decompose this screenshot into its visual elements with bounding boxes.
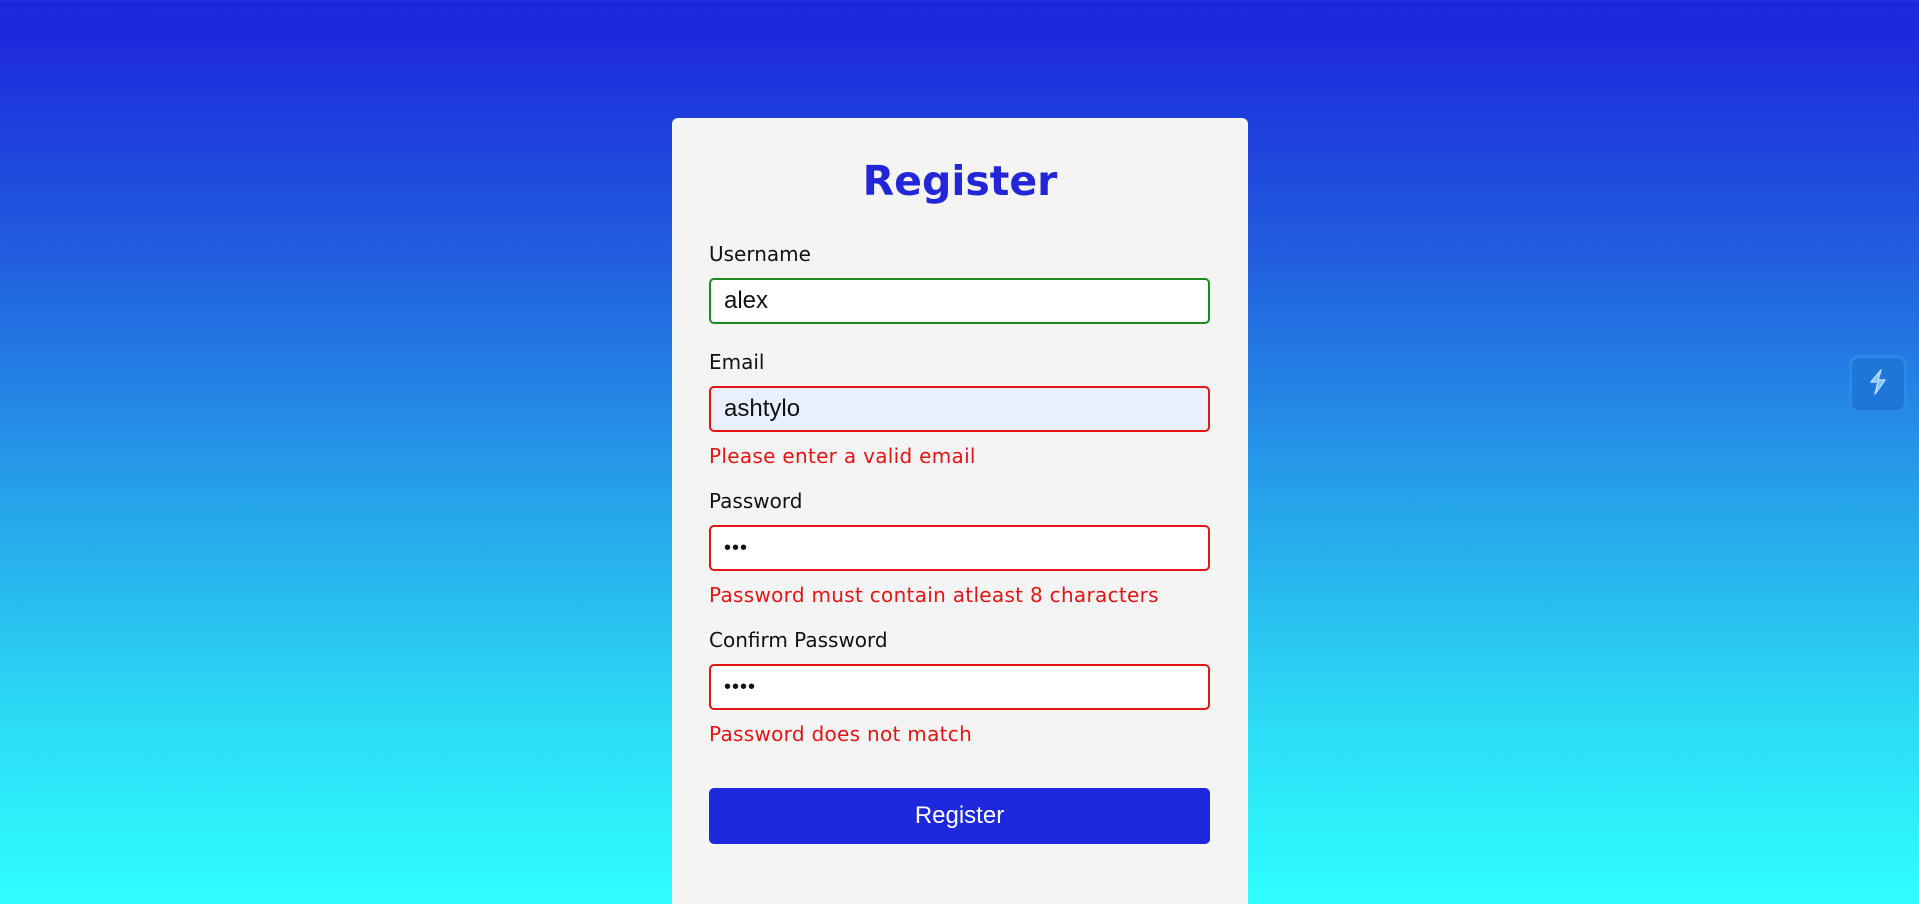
password-input[interactable] xyxy=(709,525,1210,571)
extension-widget-button[interactable] xyxy=(1849,355,1907,413)
username-label: Username xyxy=(709,242,811,266)
password-label: Password xyxy=(709,489,803,513)
username-input[interactable] xyxy=(709,278,1210,324)
confirm-password-label: Confirm Password xyxy=(709,628,888,652)
page-title: Register xyxy=(862,157,1058,205)
email-group: Email Please enter a valid email xyxy=(709,350,1210,468)
email-error: Please enter a valid email xyxy=(709,444,976,468)
register-button[interactable]: Register xyxy=(709,788,1210,844)
register-card: Register Username Email Please enter a v… xyxy=(672,118,1248,904)
confirm-password-group: Confirm Password Password does not match xyxy=(709,628,1210,746)
password-group: Password Password must contain atleast 8… xyxy=(709,489,1210,607)
email-input[interactable] xyxy=(709,386,1210,432)
username-group: Username xyxy=(709,242,1210,324)
confirm-password-error: Password does not match xyxy=(709,722,973,746)
confirm-password-input[interactable] xyxy=(709,664,1210,710)
password-error: Password must contain atleast 8 characte… xyxy=(709,583,1159,607)
lightning-bolt-icon xyxy=(1863,367,1893,401)
email-label: Email xyxy=(709,350,765,374)
